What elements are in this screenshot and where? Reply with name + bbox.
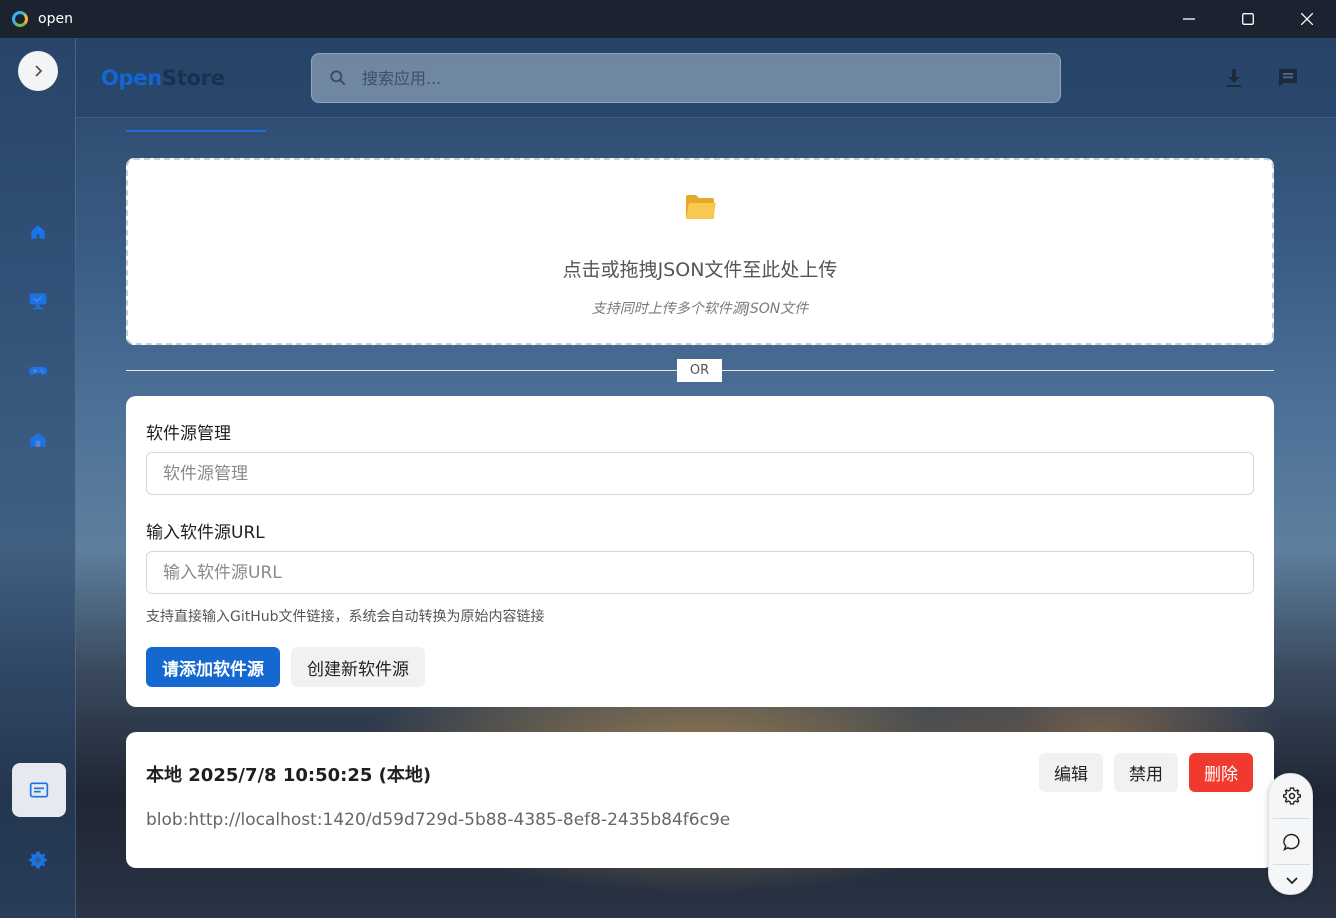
upload-main-text: 点击或拖拽JSON文件至此处上传 [562,259,838,281]
delete-source-button[interactable]: 删除 [1189,753,1253,792]
chat-icon [1282,833,1300,852]
fab-settings-button[interactable] [1269,776,1314,816]
source-list-item: 本地 2025/7/8 10:50:25 (本地) blob:http://lo… [126,732,1274,868]
brand-store: Store [161,66,225,90]
source-url-input[interactable] [146,551,1254,594]
sidebar-item-sources[interactable] [12,763,66,817]
feedback-icon[interactable] [1276,66,1300,90]
edit-source-button[interactable]: 编辑 [1039,753,1103,792]
window-title: open [38,11,73,27]
search-input[interactable] [362,58,1060,98]
sidebar-toggle-button[interactable] [18,51,58,91]
chevron-down-icon [1285,877,1298,885]
fab-collapse-button[interactable] [1269,860,1314,900]
source-form-card: 软件源管理 输入软件源URL 支持直接输入GitHub文件链接，系统会自动转换为… [126,396,1274,707]
sidebar-item-games[interactable] [26,359,50,383]
sidebar-item-settings[interactable] [26,848,50,872]
minimize-icon [1182,18,1195,20]
monitor-icon [29,293,47,310]
close-icon [1300,13,1313,25]
home-icon [31,225,45,239]
floating-action-bar [1268,773,1313,895]
settings-icon [1282,787,1301,805]
app-logo-icon [12,11,28,27]
maximize-icon [1241,13,1254,25]
upload-sub-text: 支持同时上传多个软件源JSON文件 [591,301,809,317]
fab-separator [1273,818,1310,819]
create-source-button[interactable]: 创建新软件源 [291,647,425,687]
active-tab-indicator [126,130,266,132]
source-title: 本地 2025/7/8 10:50:25 (本地) [146,765,432,786]
source-manage-icon [29,782,49,798]
sidebar-item-home[interactable] [26,220,50,244]
gear-icon [29,851,47,869]
url-hint-text: 支持直接输入GitHub文件链接，系统会自动转换为原始内容链接 [146,609,545,625]
brand-logo[interactable]: OpenStore [101,66,225,90]
maximize-button[interactable] [1218,0,1277,38]
fab-chat-button[interactable] [1269,822,1314,862]
window-titlebar: open [0,0,1336,38]
gamepad-icon [28,366,48,376]
source-name-label: 软件源管理 [146,424,231,444]
or-label: OR [677,359,722,382]
close-button[interactable] [1277,0,1336,38]
add-source-button[interactable]: 请添加软件源 [146,647,280,687]
sidebar [0,38,76,918]
store-icon [30,433,46,447]
minimize-button[interactable] [1159,0,1218,38]
folder-icon [686,195,716,219]
download-icon[interactable] [1222,66,1246,90]
app-header: OpenStore [76,38,1336,118]
source-url-label: 输入软件源URL [146,523,265,543]
chevron-right-icon [35,65,43,77]
sidebar-item-store[interactable] [26,428,50,452]
search-bar [311,53,1061,103]
search-icon [330,70,346,86]
source-url: blob:http://localhost:1420/d59d729d-5b88… [146,810,731,830]
sidebar-item-software[interactable] [26,289,50,313]
brand-open: Open [101,66,162,90]
json-upload-dropzone[interactable]: 点击或拖拽JSON文件至此处上传 支持同时上传多个软件源JSON文件 [126,158,1274,345]
source-name-input[interactable] [146,452,1254,495]
disable-source-button[interactable]: 禁用 [1114,753,1178,792]
